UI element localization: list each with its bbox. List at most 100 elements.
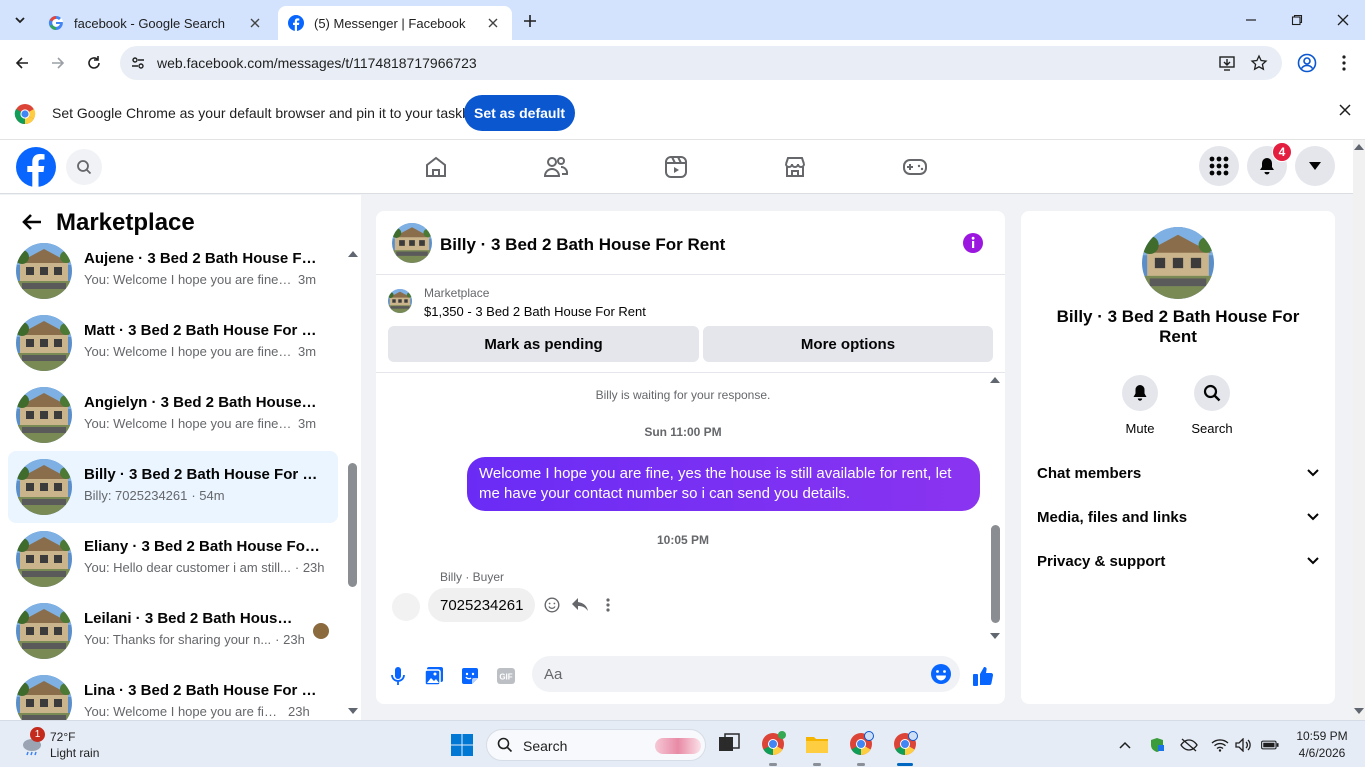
- conversation-title[interactable]: Billy · 3 Bed 2 Bath House For Rent: [440, 235, 725, 255]
- weather-widget[interactable]: 1 72°F Light rain: [20, 727, 140, 763]
- mark-as-pending-button[interactable]: Mark as pending: [388, 326, 699, 362]
- browser-tab-google-search[interactable]: facebook - Google Search: [38, 6, 274, 40]
- conversation-header: Billy · 3 Bed 2 Bath House For Rent: [376, 211, 1005, 275]
- chat-list-panel: Marketplace Aujene · 3 Bed 2 Bath House …: [0, 195, 361, 720]
- incoming-message-bubble[interactable]: 7025234261: [428, 588, 536, 622]
- volume-tray-icon[interactable]: [1235, 736, 1253, 754]
- taskbar-search-box[interactable]: Search: [486, 729, 706, 761]
- privacy-support-section[interactable]: Privacy & support: [1037, 549, 1319, 573]
- scroll-up-arrow-icon[interactable]: [1354, 144, 1364, 150]
- chat-list-item[interactable]: Leilani · 3 Bed 2 Bath House For Rent Yo…: [8, 595, 338, 667]
- install-app-icon[interactable]: [1218, 54, 1236, 72]
- site-settings-icon[interactable]: [130, 55, 146, 71]
- show-hidden-icons-button[interactable]: [1116, 736, 1134, 754]
- chrome-menu-button[interactable]: [1332, 51, 1356, 75]
- facebook-logo-icon[interactable]: [16, 147, 56, 187]
- scroll-up-arrow-icon[interactable]: [348, 251, 358, 257]
- windows-start-icon[interactable]: [450, 733, 474, 757]
- search-action[interactable]: Search: [1182, 375, 1242, 436]
- close-icon[interactable]: [1339, 104, 1351, 116]
- section-label: Chat members: [1037, 464, 1142, 482]
- profile-button[interactable]: [1295, 51, 1319, 75]
- listing-avatar[interactable]: [392, 223, 432, 263]
- chat-list-item[interactable]: Eliany · 3 Bed 2 Bath House For Rent You…: [8, 523, 338, 595]
- mute-button[interactable]: [1122, 375, 1158, 411]
- search-in-conversation-button[interactable]: [1194, 375, 1230, 411]
- notification-count-badge: 4: [1272, 142, 1292, 162]
- attach-photo-button[interactable]: [422, 664, 446, 688]
- scroll-up-arrow-icon[interactable]: [990, 377, 1000, 383]
- page-scrollbar[interactable]: [1353, 140, 1365, 720]
- new-tab-button[interactable]: [518, 9, 542, 33]
- chat-list-item[interactable]: Aujene · 3 Bed 2 Bath House For Rent You…: [8, 235, 338, 307]
- back-button[interactable]: [10, 51, 34, 75]
- gif-icon: GIF: [497, 668, 515, 684]
- shield-icon: [1151, 738, 1164, 752]
- tab-close-button[interactable]: [246, 14, 264, 32]
- nav-video[interactable]: [662, 153, 690, 181]
- chat-list-scroll-thumb[interactable]: [348, 463, 357, 587]
- emoji-icon[interactable]: [930, 663, 952, 685]
- chrome-app-icon[interactable]: [760, 731, 786, 757]
- chat-preview: Billy: 7025234261: [84, 488, 188, 503]
- listing-title[interactable]: $1,350 - 3 Bed 2 Bath House For Rent: [424, 304, 646, 319]
- scroll-down-arrow-icon[interactable]: [990, 633, 1000, 639]
- media-files-links-section[interactable]: Media, files and links: [1037, 505, 1319, 529]
- menu-button[interactable]: [1199, 146, 1239, 186]
- address-bar[interactable]: web.facebook.com/messages/t/117481871796…: [120, 46, 1282, 80]
- chat-list-item[interactable]: Matt · 3 Bed 2 Bath House For Rent You: …: [8, 307, 338, 379]
- send-like-button[interactable]: [971, 664, 995, 688]
- clock-time[interactable]: 10:59 PM: [1293, 729, 1351, 743]
- chrome-active-app-icon[interactable]: [892, 731, 918, 757]
- chat-list-item-active[interactable]: Billy · 3 Bed 2 Bath House For Rent Bill…: [8, 451, 338, 523]
- clock-date[interactable]: 4/6/2026: [1293, 746, 1351, 760]
- tab-search-button[interactable]: [8, 8, 32, 32]
- listing-avatar: [16, 315, 72, 371]
- nav-home[interactable]: [422, 153, 450, 181]
- set-as-default-button[interactable]: Set as default: [464, 95, 575, 131]
- file-explorer-icon[interactable]: [804, 731, 830, 757]
- nav-friends[interactable]: [542, 153, 570, 181]
- chat-members-section[interactable]: Chat members: [1037, 461, 1319, 485]
- nav-gaming[interactable]: [901, 153, 929, 181]
- task-view-icon[interactable]: [716, 731, 742, 757]
- minimize-button[interactable]: [1237, 6, 1265, 34]
- sticker-button[interactable]: [458, 664, 482, 688]
- arrow-left-icon[interactable]: [22, 213, 42, 231]
- more-options-button[interactable]: More options: [703, 326, 993, 362]
- facebook-search-button[interactable]: [66, 149, 102, 185]
- tab-close-button[interactable]: [484, 14, 502, 32]
- reply-button[interactable]: [570, 595, 590, 615]
- chrome-profile-app-icon[interactable]: [848, 731, 874, 757]
- account-button[interactable]: [1295, 146, 1335, 186]
- forward-button[interactable]: [46, 51, 70, 75]
- weather-alert-badge: 1: [30, 727, 45, 742]
- react-button[interactable]: [542, 595, 562, 615]
- outgoing-message-bubble[interactable]: Welcome I hope you are fine, yes the hou…: [467, 457, 980, 511]
- conversation-scroll-thumb[interactable]: [991, 525, 1000, 623]
- scroll-down-arrow-icon[interactable]: [348, 708, 358, 714]
- sender-avatar[interactable]: [392, 593, 420, 621]
- scroll-down-arrow-icon[interactable]: [1354, 708, 1364, 714]
- voice-clip-button[interactable]: [386, 664, 410, 688]
- restore-button[interactable]: [1283, 6, 1311, 34]
- search-icon: [497, 737, 513, 753]
- gif-button[interactable]: GIF: [494, 664, 518, 688]
- info-icon[interactable]: [962, 232, 984, 254]
- browser-tab-messenger[interactable]: (5) Messenger | Facebook: [278, 6, 512, 40]
- mute-action[interactable]: Mute: [1110, 375, 1170, 436]
- security-tray-icon[interactable]: [1148, 736, 1166, 754]
- bookmark-star-icon[interactable]: [1250, 54, 1268, 72]
- battery-tray-icon[interactable]: [1261, 736, 1279, 754]
- listing-thumbnail[interactable]: [388, 289, 412, 313]
- reload-button[interactable]: [82, 51, 106, 75]
- nav-marketplace[interactable]: [781, 153, 809, 181]
- chat-list-item[interactable]: Angielyn · 3 Bed 2 Bath House For Rent Y…: [8, 379, 338, 451]
- listing-avatar[interactable]: [1142, 227, 1214, 299]
- message-input[interactable]: Aa: [532, 656, 960, 692]
- message-more-button[interactable]: [598, 595, 618, 615]
- close-window-button[interactable]: [1329, 6, 1357, 34]
- infobar-message: Set Google Chrome as your default browse…: [52, 105, 483, 121]
- wifi-tray-icon[interactable]: [1211, 736, 1229, 754]
- network-off-tray-icon[interactable]: [1180, 736, 1198, 754]
